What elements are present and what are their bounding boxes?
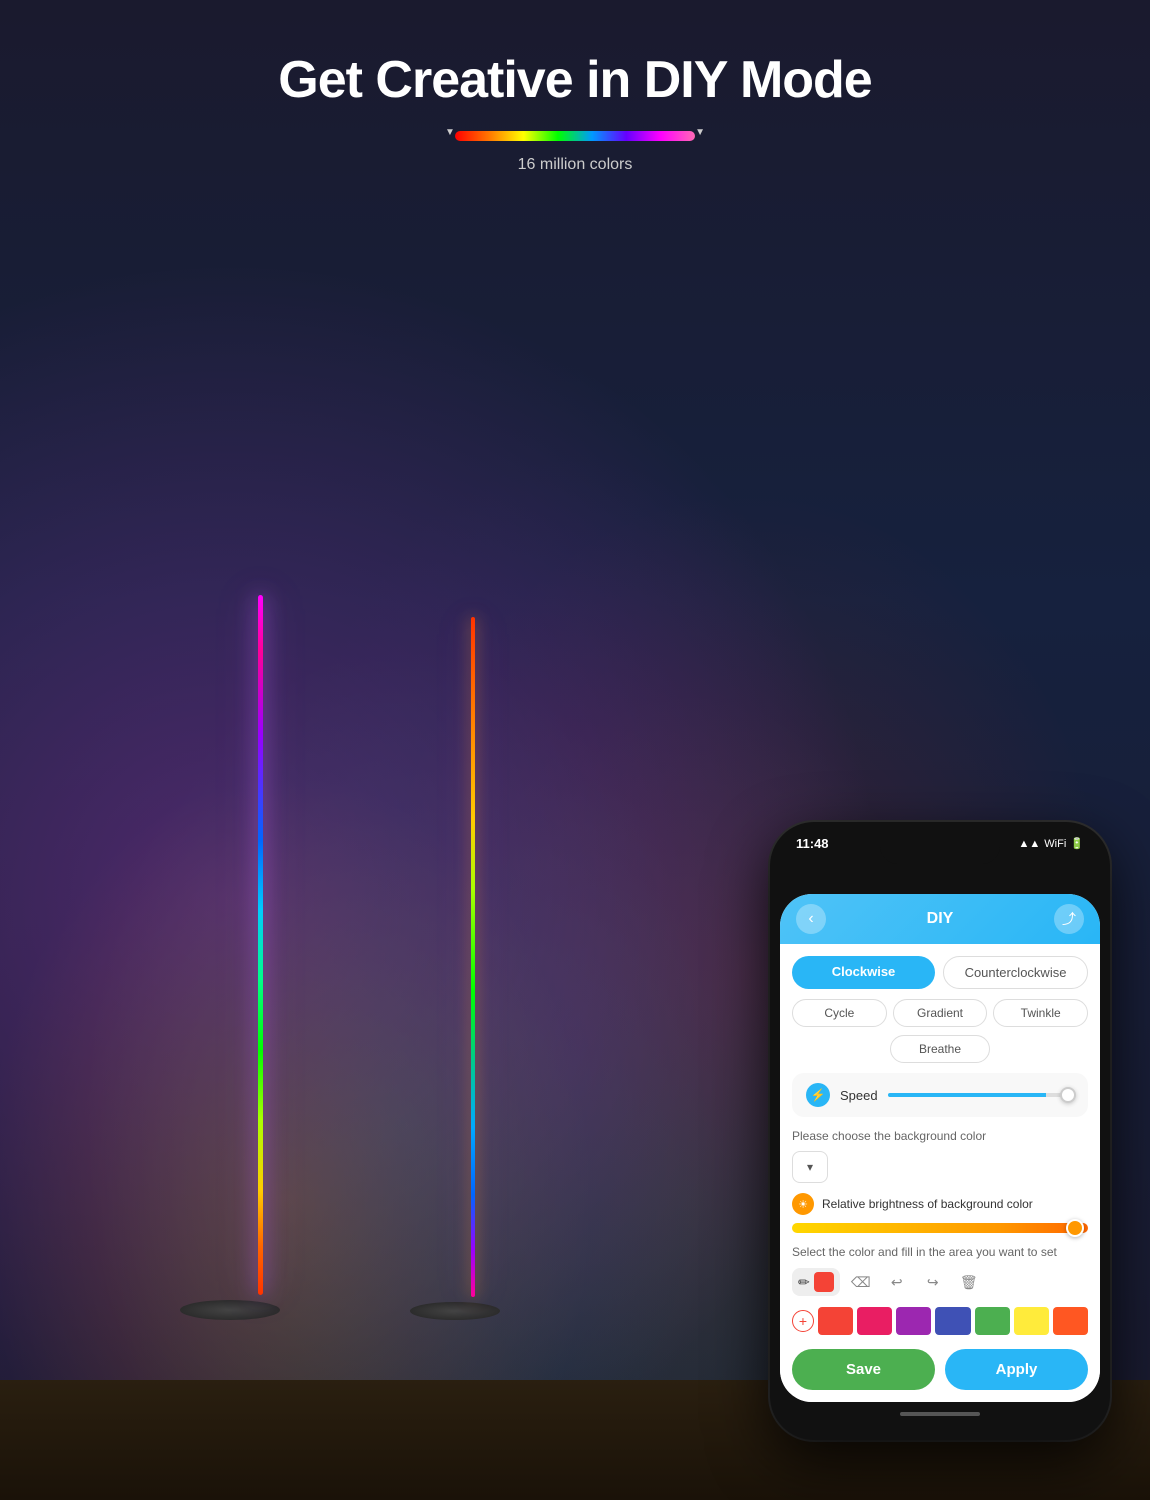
- share-button[interactable]: ⤴: [1054, 904, 1084, 934]
- twinkle-button[interactable]: Twinkle: [993, 999, 1088, 1027]
- brightness-icon: ☀: [792, 1193, 814, 1215]
- lamp-base-left: [180, 1300, 280, 1320]
- gradient-button[interactable]: Gradient: [893, 999, 988, 1027]
- pencil-tool-group[interactable]: ✏: [792, 1268, 840, 1296]
- wifi-icon: WiFi: [1044, 838, 1066, 850]
- breathe-button[interactable]: Breathe: [890, 1035, 990, 1063]
- rainbow-section: 16 million colors: [0, 128, 1150, 174]
- page-header: Get Creative in DIY Mode: [0, 0, 1150, 110]
- palette-color-3[interactable]: [896, 1307, 931, 1335]
- back-icon: ‹: [808, 910, 813, 928]
- home-bar: [900, 1412, 980, 1416]
- color-count-label: 16 million colors: [0, 156, 1150, 174]
- battery-icon: 🔋: [1070, 837, 1084, 850]
- color-dropdown[interactable]: ▾: [792, 1151, 828, 1183]
- color-palette-row: +: [792, 1307, 1088, 1335]
- cycle-button[interactable]: Cycle: [792, 999, 887, 1027]
- palette-color-5[interactable]: [975, 1307, 1010, 1335]
- phone-notch: [880, 836, 1000, 864]
- bg-color-label: Please choose the background color: [792, 1129, 1088, 1143]
- active-color-swatch[interactable]: [814, 1272, 834, 1292]
- clear-tool[interactable]: 🗑: [954, 1267, 984, 1297]
- rainbow-bar: [455, 131, 695, 141]
- speed-slider-thumb[interactable]: [1060, 1087, 1076, 1103]
- brightness-icon-symbol: ☀: [798, 1198, 808, 1211]
- breathe-row: Breathe: [792, 1035, 1088, 1063]
- brightness-slider[interactable]: [792, 1223, 1088, 1233]
- speed-slider[interactable]: [888, 1093, 1074, 1097]
- clockwise-button[interactable]: Clockwise: [792, 956, 935, 989]
- redo-tool[interactable]: ↪: [918, 1267, 948, 1297]
- tool-row: ✏ ⌫ ↩ ↪ 🗑: [792, 1267, 1088, 1297]
- eraser-tool[interactable]: ⌫: [846, 1267, 876, 1297]
- apply-button[interactable]: Apply: [945, 1349, 1088, 1390]
- phone: 11:48 ▲▲ WiFi 🔋 ‹ DIY ⤴: [770, 822, 1110, 1440]
- signal-icon: ▲▲: [1019, 838, 1041, 850]
- palette-color-7[interactable]: [1053, 1307, 1088, 1335]
- bg-color-section: Please choose the background color ▾ ☀ R…: [792, 1129, 1088, 1233]
- brightness-row: ☀ Relative brightness of background colo…: [792, 1193, 1088, 1215]
- speed-row: ⚡ Speed: [792, 1073, 1088, 1117]
- status-icons: ▲▲ WiFi 🔋: [1019, 837, 1084, 850]
- lamp-right: [410, 617, 500, 1320]
- lamp-base-right: [410, 1302, 500, 1320]
- phone-screen: ‹ DIY ⤴ Clockwise Counterclockwise Cycle…: [780, 894, 1100, 1402]
- save-button[interactable]: Save: [792, 1349, 935, 1390]
- add-color-button[interactable]: +: [792, 1310, 814, 1332]
- palette-color-6[interactable]: [1014, 1307, 1049, 1335]
- back-button[interactable]: ‹: [796, 904, 826, 934]
- brightness-slider-thumb[interactable]: [1066, 1219, 1084, 1237]
- area-label: Select the color and fill in the area yo…: [792, 1245, 1088, 1259]
- app-title: DIY: [927, 910, 954, 928]
- share-icon: ⤴: [1062, 909, 1076, 929]
- phone-mockup: 11:48 ▲▲ WiFi 🔋 ‹ DIY ⤴: [770, 822, 1110, 1440]
- palette-color-1[interactable]: [818, 1307, 853, 1335]
- brightness-label: Relative brightness of background color: [822, 1197, 1033, 1211]
- action-row: Save Apply: [792, 1349, 1088, 1390]
- speed-icon: ⚡: [806, 1083, 830, 1107]
- direction-row: Clockwise Counterclockwise: [792, 956, 1088, 989]
- mode-row: Cycle Gradient Twinkle: [792, 999, 1088, 1027]
- app-body: Clockwise Counterclockwise Cycle Gradien…: [780, 944, 1100, 1402]
- speed-label: Speed: [840, 1088, 878, 1103]
- undo-tool[interactable]: ↩: [882, 1267, 912, 1297]
- status-time: 11:48: [796, 836, 829, 851]
- app-header: ‹ DIY ⤴: [780, 894, 1100, 944]
- dropdown-icon: ▾: [807, 1160, 813, 1174]
- lamp-pole-right: [471, 617, 475, 1297]
- add-color-icon: +: [799, 1313, 807, 1329]
- counterclockwise-button[interactable]: Counterclockwise: [943, 956, 1088, 989]
- page-title: Get Creative in DIY Mode: [0, 50, 1150, 110]
- speed-icon-symbol: ⚡: [811, 1088, 826, 1102]
- lamp-pole-left: [258, 595, 263, 1295]
- lamp-left: [180, 595, 280, 1320]
- pencil-icon: ✏: [798, 1274, 810, 1291]
- palette-color-2[interactable]: [857, 1307, 892, 1335]
- palette-color-4[interactable]: [935, 1307, 970, 1335]
